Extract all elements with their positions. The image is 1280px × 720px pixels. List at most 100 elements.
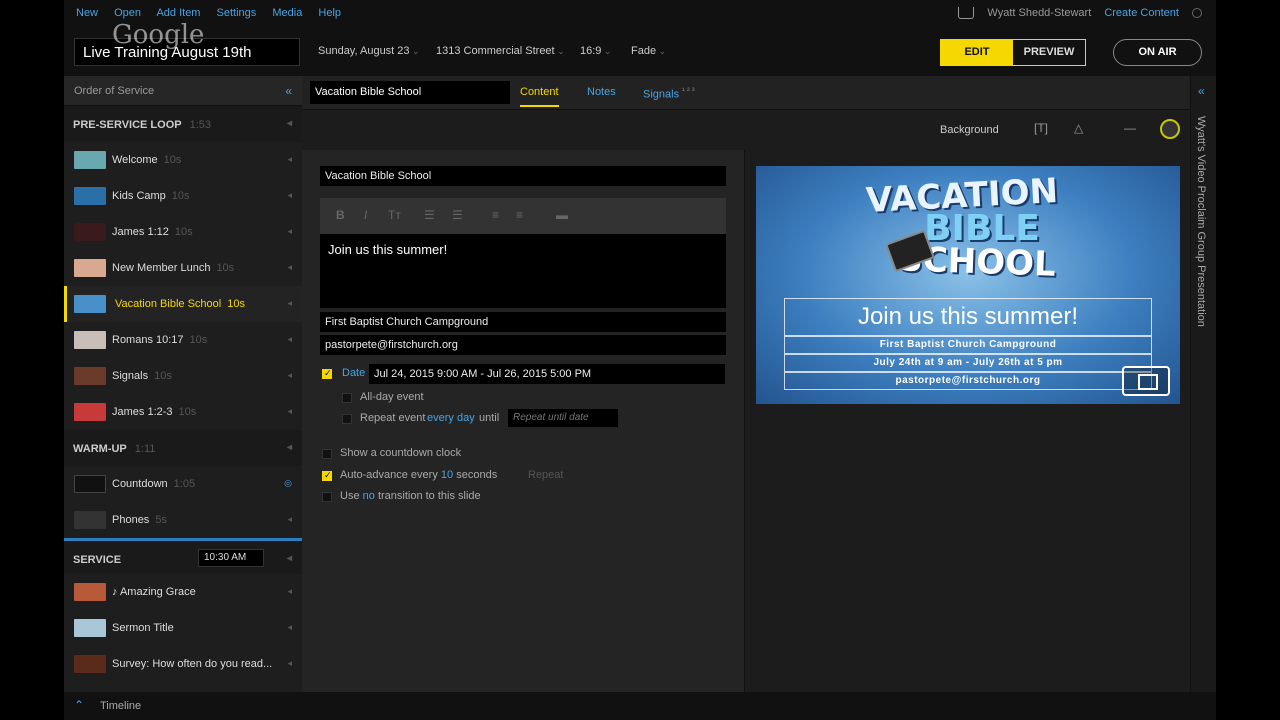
text-size-icon[interactable]: Tт <box>388 208 401 222</box>
sidebar-item-james-1-12[interactable]: James 1:12 10s ◂ <box>64 214 302 250</box>
horizontal-rule-icon[interactable]: ▬ <box>556 208 568 222</box>
expand-panel-icon[interactable]: « <box>1198 84 1205 98</box>
item-caret-icon[interactable]: ◂ <box>287 154 292 165</box>
slide-title-field[interactable]: Vacation Bible School <box>310 81 510 104</box>
sidebar-item-kids-camp[interactable]: Kids Camp 10s ◂ <box>64 178 302 214</box>
create-content-link[interactable]: Create Content <box>1104 7 1179 19</box>
item-caret-icon[interactable]: ◂ <box>287 298 292 309</box>
title-input[interactable]: Vacation Bible School <box>320 166 726 186</box>
menu-settings[interactable]: Settings <box>217 7 257 19</box>
tab-notes[interactable]: Notes <box>587 86 616 98</box>
google-watermark: Google <box>112 20 205 50</box>
all-day-checkbox[interactable] <box>342 393 352 403</box>
edit-button[interactable]: EDIT <box>941 40 1013 65</box>
auto-advance-checkbox[interactable] <box>322 470 332 481</box>
globe-icon[interactable] <box>1192 8 1202 19</box>
sidebar-item-countdown[interactable]: Countdown 1:05 ◎ <box>64 466 302 502</box>
item-caret-icon[interactable]: ◂ <box>287 262 292 273</box>
sidebar-item-james-1-2-3[interactable]: James 1:2-3 10s ◂ <box>64 394 302 430</box>
timeline-label[interactable]: Timeline <box>100 700 141 712</box>
sidebar-item-signals[interactable]: Signals 10s ◂ <box>64 358 302 394</box>
slide-thumbnail <box>74 403 106 421</box>
sidebar-item-vacation-bible-school[interactable]: Vacation Bible School 10s ◂ <box>64 286 302 322</box>
slide-toolbar: Background [T] △ — <box>302 110 1190 150</box>
tab-content[interactable]: Content <box>520 86 559 107</box>
repeat-label: Repeat event <box>360 412 426 424</box>
item-caret-icon[interactable]: ◂ <box>287 658 292 669</box>
section-caret-icon[interactable]: ◂ <box>287 553 292 564</box>
service-time-field[interactable]: 10:30 AM <box>198 549 264 567</box>
menu-open[interactable]: Open <box>114 7 141 19</box>
item-caret-icon[interactable]: ◂ <box>287 334 292 345</box>
collapse-sidebar-icon[interactable]: « <box>285 84 292 98</box>
date-range-select[interactable]: Jul 24, 2015 9:00 AM - Jul 26, 2015 5:00… <box>369 364 725 384</box>
item-caret-icon[interactable]: ◂ <box>287 622 292 633</box>
sidebar-item-survey[interactable]: Survey: How often do you read... ◂ <box>64 646 302 682</box>
item-caret-icon[interactable]: ◂ <box>287 226 292 237</box>
menu-help[interactable]: Help <box>318 7 341 19</box>
transition-checkbox[interactable] <box>322 492 332 502</box>
repeat-frequency-link[interactable]: every day <box>427 412 475 424</box>
item-label: Vacation Bible School <box>115 298 222 310</box>
section-service[interactable]: SERVICE 10:30 AM ◂ <box>64 538 302 574</box>
menu-media[interactable]: Media <box>272 7 302 19</box>
expand-timeline-icon[interactable]: ⌃ <box>74 698 84 712</box>
sidebar-item-romans-10-17[interactable]: Romans 10:17 10s ◂ <box>64 322 302 358</box>
italic-icon[interactable]: I <box>364 208 367 222</box>
on-air-button[interactable]: ON AIR <box>1113 39 1202 66</box>
numbered-list-icon[interactable]: ☰ <box>452 208 463 222</box>
rich-text-toolbar: B I Tт ☰ ☰ ≡ ≡ ▬ <box>320 198 726 234</box>
email-input[interactable]: pastorpete@firstchurch.org <box>320 335 726 355</box>
menu-bar: New Open Add Item Settings Media Help Wy… <box>64 0 1216 28</box>
bullet-list-icon[interactable]: ☰ <box>424 208 435 222</box>
repeat-until-input[interactable]: Repeat until date <box>508 409 618 427</box>
preview-button[interactable]: PREVIEW <box>1013 40 1085 65</box>
bold-icon[interactable]: B <box>336 208 345 222</box>
section-pre-service-loop[interactable]: PRE-SERVICE LOOP 1:53 ◂ <box>64 106 302 142</box>
location-input[interactable]: First Baptist Church Campground <box>320 312 726 332</box>
countdown-status-icon[interactable]: ◎ <box>284 478 292 489</box>
section-warm-up[interactable]: WARM-UP 1:11 ◂ <box>64 430 302 466</box>
sidebar-item-phones[interactable]: Phones 5s ◂ <box>64 502 302 538</box>
item-caret-icon[interactable]: ◂ <box>287 190 292 201</box>
cast-icon[interactable] <box>1122 366 1170 396</box>
location-select[interactable]: 1313 Commercial Street <box>436 45 565 57</box>
group-presentation-label[interactable]: Wyatt's Video Proclaim Group Presentatio… <box>1195 116 1207 327</box>
tab-signals[interactable]: Signals ¹ ² ³ <box>643 86 695 101</box>
section-caret-icon[interactable]: ◂ <box>287 442 292 453</box>
sidebar-item-welcome[interactable]: Welcome 10s ◂ <box>64 142 302 178</box>
align-right-icon[interactable]: ≡ <box>516 208 523 222</box>
divider-icon: — <box>1124 121 1136 135</box>
item-caret-icon[interactable]: ◂ <box>287 406 292 417</box>
section-name: SERVICE <box>73 554 122 566</box>
item-caret-icon[interactable]: ◂ <box>287 370 292 381</box>
cart-icon[interactable] <box>958 7 975 20</box>
text-frame-icon[interactable]: [T] <box>1034 121 1052 135</box>
item-caret-icon[interactable]: ◂ <box>287 586 292 597</box>
slide-preview[interactable]: VACATION BIBLE SCHOOL Join us this summe… <box>756 166 1180 404</box>
slide-thumbnail <box>74 259 106 277</box>
transition-type-link[interactable]: no <box>363 490 375 502</box>
date-checkbox[interactable] <box>322 368 332 379</box>
aspect-ratio-select[interactable]: 16:9 <box>580 45 611 57</box>
align-left-icon[interactable]: ≡ <box>492 208 499 222</box>
sidebar-item-sermon-title[interactable]: Sermon Title ◂ <box>64 610 302 646</box>
background-dropdown[interactable]: Background <box>940 124 999 136</box>
user-name[interactable]: Wyatt Shedd-Stewart <box>987 7 1091 19</box>
date-select[interactable]: Sunday, August 23 <box>318 45 420 57</box>
repeat-checkbox[interactable] <box>342 414 352 424</box>
sync-icon[interactable] <box>1160 119 1180 139</box>
sidebar-item-new-member-lunch[interactable]: New Member Lunch 10s ◂ <box>64 250 302 286</box>
shape-icon[interactable]: △ <box>1074 121 1092 135</box>
sidebar-item-amazing-grace[interactable]: ♪ Amazing Grace ◂ <box>64 574 302 610</box>
transition-select[interactable]: Fade <box>631 45 666 57</box>
menu-new[interactable]: New <box>76 7 98 19</box>
section-caret-icon[interactable]: ◂ <box>287 118 292 129</box>
auto-advance-suffix: seconds <box>456 469 498 481</box>
item-caret-icon[interactable]: ◂ <box>287 514 292 525</box>
repeat-link[interactable]: Repeat <box>528 469 563 481</box>
countdown-checkbox[interactable] <box>322 449 332 459</box>
body-text-editor[interactable]: Join us this summer! <box>320 234 726 308</box>
menu-add-item[interactable]: Add Item <box>156 7 200 19</box>
auto-advance-seconds[interactable]: 10 <box>441 469 453 481</box>
